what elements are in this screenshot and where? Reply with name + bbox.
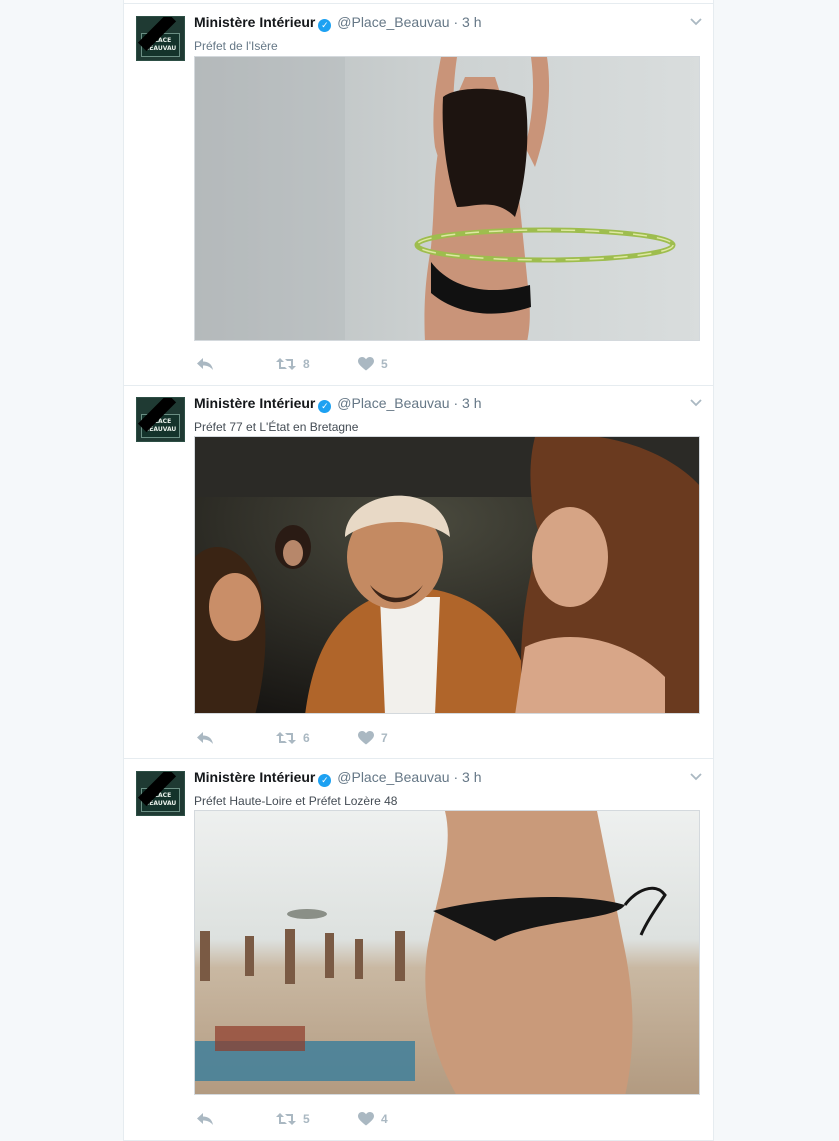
reply-icon — [197, 1113, 213, 1125]
verified-badge-icon: ✓ — [318, 400, 332, 413]
separator: · — [453, 395, 459, 411]
chevron-down-icon[interactable] — [689, 771, 703, 781]
author-handle[interactable]: @Place_Beauvau — [337, 14, 449, 30]
chevron-down-icon[interactable] — [689, 397, 703, 407]
like-count: 5 — [381, 357, 388, 371]
retweet-button[interactable]: 8 — [276, 354, 310, 374]
tweet-header: Ministère Intérieur ✓ @Place_Beauvau · 3 … — [194, 395, 703, 415]
like-button[interactable]: 4 — [358, 1109, 388, 1129]
tweet-actions: 6 7 — [194, 728, 494, 748]
retweet-count: 6 — [303, 731, 310, 745]
like-button[interactable]: 5 — [358, 354, 388, 374]
retweet-icon — [276, 358, 296, 370]
tweet-actions: 8 5 — [194, 354, 494, 374]
heart-icon — [358, 357, 374, 371]
heart-icon — [358, 1112, 374, 1126]
retweet-button[interactable]: 6 — [276, 728, 310, 748]
avatar[interactable]: PLACE BEAUVAU — [136, 771, 185, 816]
tweet-actions: 5 4 — [194, 1109, 494, 1129]
like-button[interactable]: 7 — [358, 728, 388, 748]
reply-button[interactable] — [196, 1109, 214, 1129]
reply-context[interactable]: Préfet de l'Isère — [194, 39, 278, 53]
retweet-count: 5 — [303, 1112, 310, 1126]
chevron-down-icon[interactable] — [689, 16, 703, 26]
tweet-media-gif[interactable] — [194, 56, 700, 341]
reply-context[interactable]: Préfet 77 et L'État en Bretagne — [194, 420, 358, 434]
reply-button[interactable] — [196, 354, 214, 374]
author-handle[interactable]: @Place_Beauvau — [337, 395, 449, 411]
tweet-header: Ministère Intérieur ✓ @Place_Beauvau · 3 … — [194, 14, 703, 34]
tweet-media-gif[interactable] — [194, 810, 700, 1095]
retweet-icon — [276, 1113, 296, 1125]
avatar[interactable]: PLACE BEAUVAU — [136, 397, 185, 442]
reply-icon — [197, 732, 213, 744]
retweet-icon — [276, 732, 296, 744]
retweet-count: 8 — [303, 357, 310, 371]
author-handle[interactable]: @Place_Beauvau — [337, 769, 449, 785]
verified-badge-icon: ✓ — [318, 774, 332, 787]
avatar[interactable]: PLACE BEAUVAU — [136, 16, 185, 61]
tweet[interactable]: PLACE BEAUVAU Ministère Intérieur ✓ @Place… — [124, 3, 713, 386]
timestamp[interactable]: 3 h — [462, 769, 481, 785]
separator: · — [453, 769, 459, 785]
tweet[interactable]: PLACE BEAUVAU Ministère Intérieur ✓ @Place… — [124, 385, 713, 759]
tweet[interactable]: PLACE BEAUVAU Ministère Intérieur ✓ @Place… — [124, 759, 713, 1141]
timestamp[interactable]: 3 h — [462, 14, 481, 30]
verified-badge-icon: ✓ — [318, 19, 332, 32]
timeline: PLACE BEAUVAU Ministère Intérieur ✓ @Place… — [123, 0, 714, 1141]
timestamp[interactable]: 3 h — [462, 395, 481, 411]
like-count: 4 — [381, 1112, 388, 1126]
separator: · — [453, 14, 459, 30]
author-name[interactable]: Ministère Intérieur — [194, 769, 315, 785]
tweet-media-gif[interactable] — [194, 436, 700, 714]
heart-icon — [358, 731, 374, 745]
retweet-button[interactable]: 5 — [276, 1109, 310, 1129]
tweet-header: Ministère Intérieur ✓ @Place_Beauvau · 3 … — [194, 769, 703, 789]
like-count: 7 — [381, 731, 388, 745]
author-name[interactable]: Ministère Intérieur — [194, 14, 315, 30]
reply-icon — [197, 358, 213, 370]
reply-button[interactable] — [196, 728, 214, 748]
reply-context[interactable]: Préfet Haute-Loire et Préfet Lozère 48 — [194, 794, 397, 808]
author-name[interactable]: Ministère Intérieur — [194, 395, 315, 411]
